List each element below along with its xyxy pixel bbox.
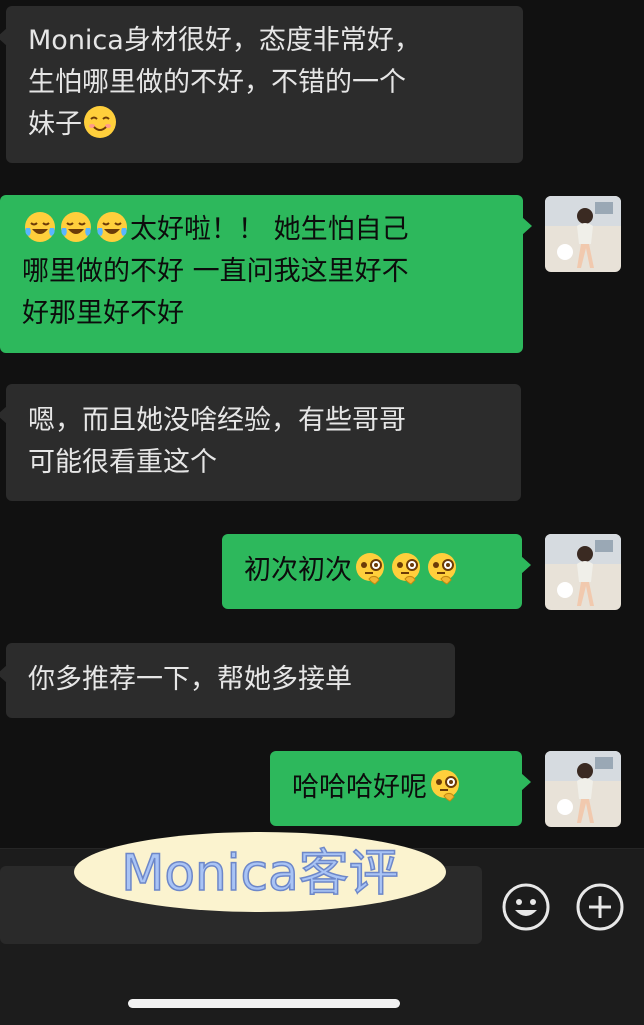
avatar-photo-icon	[545, 751, 621, 827]
message-text-line: 妹子	[28, 109, 82, 140]
message-text-line: 你多推荐一下，帮她多接单	[28, 664, 352, 695]
add-attachment-icon[interactable]	[575, 882, 625, 932]
watermark: Monica客评	[70, 828, 450, 916]
message-text-line: Monica身材很好，态度非常好，	[28, 25, 421, 56]
message-bubble-outgoing[interactable]: 哈哈哈好呢	[270, 751, 531, 826]
avatar-photo-icon	[545, 534, 621, 610]
thinking-monocle-emoji-icon	[431, 770, 459, 802]
message-text-line: 初次初次	[244, 555, 352, 586]
message-text-line: 可能很看重这个	[28, 447, 217, 478]
thinking-monocle-emoji-icon	[356, 553, 384, 585]
message-bubble-outgoing[interactable]: 太好啦！！ 她生怕自己 哪里做的不好 一直问我这里好不 好那里好不好	[0, 195, 532, 353]
smiling-face-emoji-icon	[84, 106, 116, 138]
message-text-line: 太好啦！！ 她生怕自己	[130, 214, 409, 245]
message-bubble-incoming[interactable]: 嗯，而且她没啥经验，有些哥哥 可能很看重这个	[0, 384, 521, 501]
tears-of-joy-emoji-icon	[61, 212, 91, 242]
message-bubble-outgoing[interactable]: 初次初次	[222, 534, 531, 609]
thinking-monocle-emoji-icon	[392, 553, 420, 585]
message-bubble-incoming[interactable]: Monica身材很好，态度非常好， 生怕哪里做的不好，不错的一个 妹子	[0, 6, 523, 163]
thinking-monocle-emoji-icon	[428, 553, 456, 585]
avatar[interactable]	[545, 196, 621, 272]
message-text-line: 好那里好不好	[22, 298, 184, 329]
home-indicator[interactable]	[128, 999, 400, 1008]
message-bubble-incoming[interactable]: 你多推荐一下，帮她多接单	[0, 643, 455, 718]
avatar-photo-icon	[545, 196, 621, 272]
message-text-line: 哈哈哈好呢	[292, 772, 427, 803]
message-text-line: 生怕哪里做的不好，不错的一个	[28, 67, 406, 98]
tears-of-joy-emoji-icon	[97, 212, 127, 242]
tears-of-joy-emoji-icon	[25, 212, 55, 242]
emoji-picker-icon[interactable]	[501, 882, 551, 932]
message-text-line: 嗯，而且她没啥经验，有些哥哥	[28, 405, 406, 436]
message-text-line: 哪里做的不好 一直问我这里好不	[22, 256, 409, 287]
avatar[interactable]	[545, 751, 621, 827]
watermark-text: Monica客评	[121, 844, 398, 902]
avatar[interactable]	[545, 534, 621, 610]
